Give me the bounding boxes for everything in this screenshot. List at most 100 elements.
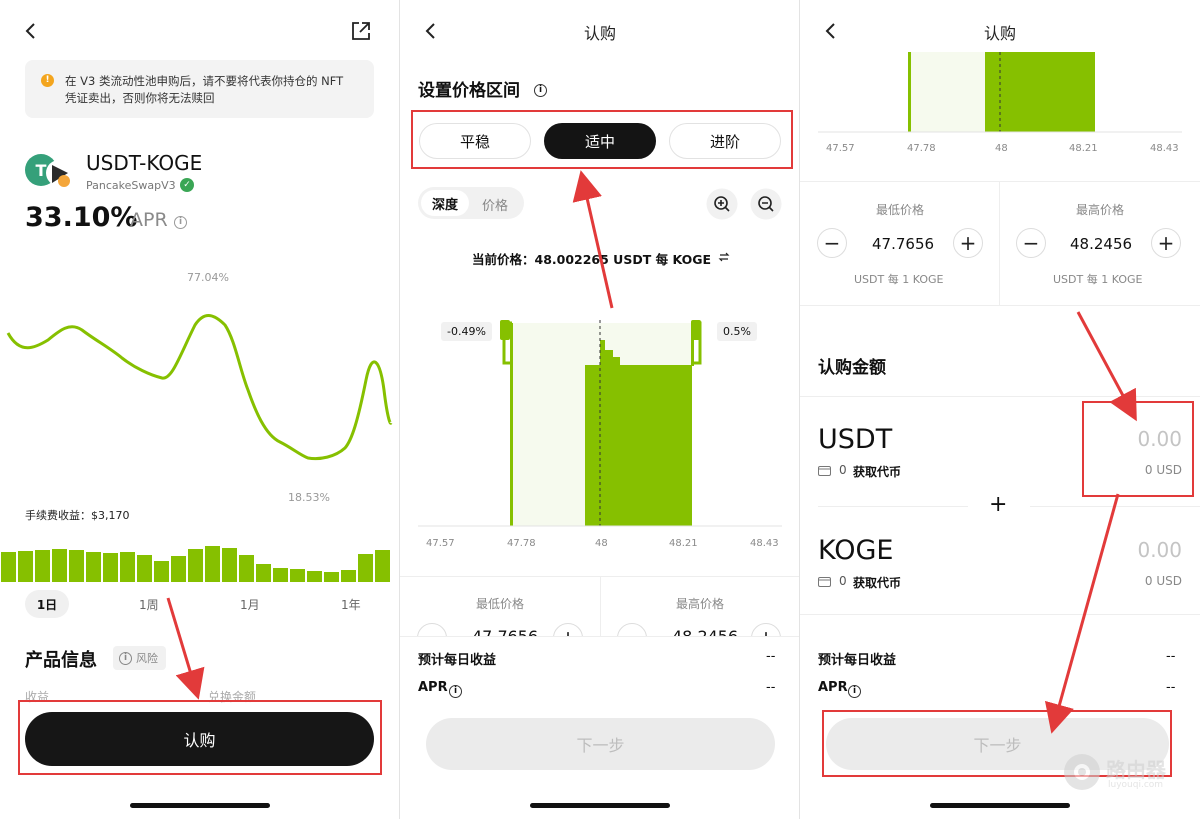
home-indicator [130,803,270,808]
decrease-max-button[interactable]: − [617,623,647,636]
tick-1: 47.57 [426,538,455,549]
daily-earnings-label: 预计每日收益 [418,653,497,668]
source-protocol: PancakeSwapV3 [86,179,176,192]
daily-earnings-value: -- [766,649,776,664]
decrease-min-button[interactable]: − [817,228,847,258]
apr-label: APR [130,209,168,231]
period-tab-1m[interactable]: 1月 [240,596,260,613]
min-price-label: 最低价格 [476,597,525,611]
external-link-icon[interactable] [350,20,372,42]
panel-price-range: 认购 设置价格区间 i 平稳 适中 进阶 深度 价格 当前价格：48.00226… [400,0,799,819]
token1-balance: 0 [839,463,847,477]
max-price-label: 最高价格 [676,597,725,611]
annotation-box [1082,401,1194,497]
tick-4: 48.21 [669,538,698,549]
tab-depth[interactable]: 深度 [421,190,469,216]
period-tab-1w[interactable]: 1周 [139,596,159,613]
apr-value: 33.10% [25,202,138,233]
chart-min-label: 18.53% [288,491,330,504]
max-price-unit: USDT 每 1 KOGE [1053,273,1143,286]
max-price-value[interactable]: 48.2456 [672,627,738,636]
min-price-value[interactable]: 47.7656 [472,627,538,636]
next-button[interactable]: 下一步 [426,718,775,770]
period-tab-1y[interactable]: 1年 [341,596,361,613]
apr-label: APR [818,680,848,695]
tick-2: 47.78 [507,538,536,549]
info-icon[interactable]: i [174,216,187,229]
divider [1030,506,1200,507]
info-icon[interactable]: i [534,84,547,97]
price-range-heading: 设置价格区间 [418,81,520,101]
info-icon: i [119,651,132,665]
annotation-box [18,700,382,775]
zoom-in-icon[interactable] [706,188,738,220]
view-toggle: 深度 价格 [418,187,524,219]
token1-get-link[interactable]: 获取代币 [853,463,901,480]
back-icon[interactable] [20,16,42,46]
amount-heading: 认购金额 [818,358,886,378]
home-indicator [530,803,670,808]
swap-icon[interactable] [718,251,730,263]
page-title: 认购 [584,24,617,43]
token2-balance: 0 [839,574,847,588]
increase-min-button[interactable]: + [553,623,583,636]
max-price-value[interactable]: 48.2456 [1070,235,1132,253]
tab-price[interactable]: 价格 [482,195,508,214]
page-title: 认购 [984,24,1017,43]
current-price: 当前价格：48.002265 USDT 每 KOGE [472,252,711,267]
panel-product-detail: ! 在 V3 类流动性池申购后，请不要将代表你持仓的 NFT 凭证卖出，否则你将… [0,0,399,819]
notice-banner: ! 在 V3 类流动性池申购后，请不要将代表你持仓的 NFT 凭证卖出，否则你将… [25,60,374,118]
tick-5: 48.43 [750,538,779,549]
product-info-heading: 产品信息 [25,650,97,671]
panel-subscribe-amount: 认购 47.57 47.78 48 48.21 48.43 最低价格 最高价格 … [800,0,1200,819]
apr-label: APR [418,680,448,695]
pair-token-icons: T [25,154,72,187]
max-price-label: 最高价格 [1076,203,1125,217]
back-icon[interactable] [820,16,842,46]
watermark: 路由器 luyouqi.com [1062,748,1194,798]
depth-chart [818,52,1182,133]
increase-max-button[interactable]: + [751,623,781,636]
period-tab-1d[interactable]: 1日 [25,590,69,618]
increase-min-button[interactable]: + [953,228,983,258]
annotation-box [411,110,793,169]
home-indicator [930,803,1070,808]
divider [400,636,799,637]
depth-chart [418,320,782,527]
min-price-unit: USDT 每 1 KOGE [854,273,944,286]
info-icon[interactable]: i [848,685,861,698]
divider [800,396,1200,397]
token2-usd: 0 USD [1144,574,1182,588]
pair-name: USDT-KOGE [86,151,203,175]
decrease-min-button[interactable]: − [417,623,447,636]
divider [800,181,1200,182]
tick-5: 48.43 [1150,143,1179,154]
tick-4: 48.21 [1069,143,1098,154]
info-icon[interactable]: i [449,685,462,698]
increase-max-button[interactable]: + [1151,228,1181,258]
watermark-name: 路由器 [1106,758,1166,782]
divider [818,506,968,507]
decrease-max-button[interactable]: − [1016,228,1046,258]
token2-amount-input[interactable]: 0.00 [1100,538,1182,562]
apr-value: -- [766,680,776,695]
back-icon[interactable] [420,16,442,46]
fee-income: 手续费收益：$3,170 [25,509,130,522]
warning-icon: ! [41,74,54,87]
fee-bar-chart [1,546,390,582]
risk-label: 风险 [136,652,158,665]
token1-symbol: USDT [818,424,893,455]
min-price-value[interactable]: 47.7656 [872,235,934,253]
apr-line-chart [6,314,393,461]
token2-symbol: KOGE [818,535,894,566]
zoom-out-icon[interactable] [750,188,782,220]
token2-get-link[interactable]: 获取代币 [853,574,901,591]
tick-3: 48 [595,538,608,549]
apr-value: -- [1166,680,1176,695]
verified-icon: ✓ [180,178,194,192]
risk-badge[interactable]: i 风险 [113,646,166,670]
tick-1: 47.57 [826,143,855,154]
chart-max-label: 77.04% [187,271,229,284]
notice-text: 在 V3 类流动性池申购后，请不要将代表你持仓的 NFT 凭证卖出，否则你将无法… [65,74,344,105]
tick-3: 48 [995,143,1008,154]
